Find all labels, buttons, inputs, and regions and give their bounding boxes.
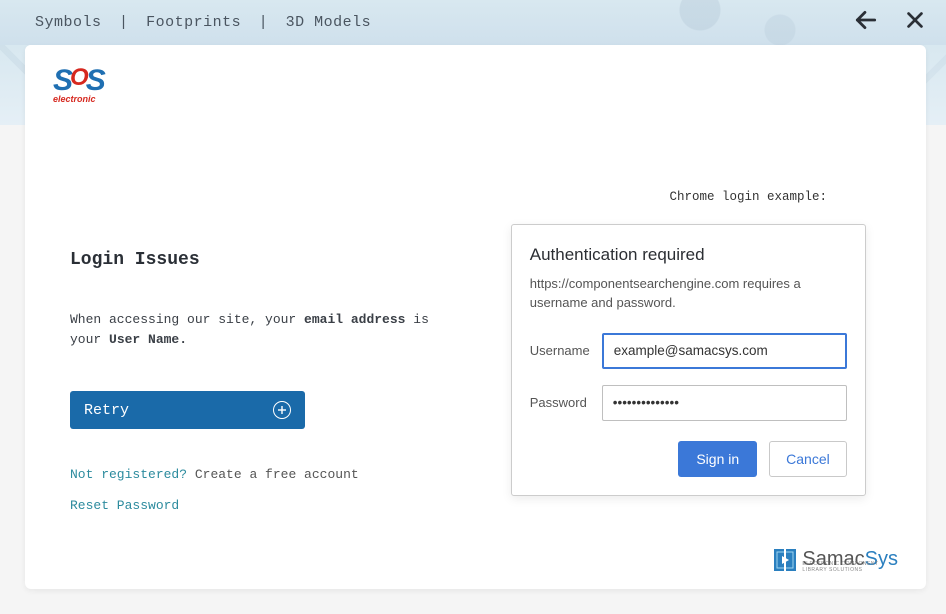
crumb-footprints[interactable]: Footprints bbox=[146, 14, 241, 31]
breadcrumb: Symbols | Footprints | 3D Models bbox=[35, 14, 371, 31]
subtext: When accessing our site, your email addr… bbox=[70, 310, 456, 349]
example-label: Chrome login example: bbox=[669, 190, 827, 204]
plus-circle-icon bbox=[273, 401, 291, 419]
content: Login Issues When accessing our site, yo… bbox=[25, 145, 926, 589]
register-row: Not registered? Create a free account bbox=[70, 467, 456, 482]
username-input[interactable] bbox=[602, 333, 847, 369]
samacsys-logo: SamacSys ELECTRONIC COMPONENT LIBRARY SO… bbox=[774, 548, 898, 571]
right-column: Chrome login example: Authentication req… bbox=[496, 190, 882, 569]
left-column: Login Issues When accessing our site, yo… bbox=[70, 190, 456, 569]
logo-tab: SOS electronic bbox=[25, 45, 255, 123]
page-title: Login Issues bbox=[70, 250, 456, 270]
auth-dialog: Authentication required https://componen… bbox=[511, 224, 866, 496]
topbar: Symbols | Footprints | 3D Models bbox=[0, 0, 946, 45]
signin-button[interactable]: Sign in bbox=[678, 441, 757, 477]
main-card: SOS electronic Login Issues When accessi… bbox=[25, 45, 926, 589]
cancel-button[interactable]: Cancel bbox=[769, 441, 847, 477]
not-registered-link[interactable]: Not registered? bbox=[70, 467, 187, 482]
password-input[interactable] bbox=[602, 385, 847, 421]
username-label: Username bbox=[530, 343, 602, 358]
sos-logo: SOS electronic bbox=[53, 64, 105, 104]
samacsys-icon bbox=[774, 549, 796, 571]
retry-label: Retry bbox=[84, 402, 129, 419]
crumb-symbols[interactable]: Symbols bbox=[35, 14, 102, 31]
password-label: Password bbox=[530, 395, 602, 410]
auth-desc: https://componentsearchengine.com requir… bbox=[530, 275, 847, 313]
samacsys-tagline: ELECTRONIC COMPONENT LIBRARY SOLUTIONS bbox=[802, 561, 898, 573]
retry-button[interactable]: Retry bbox=[70, 391, 305, 429]
close-icon[interactable] bbox=[904, 9, 926, 36]
breadcrumb-sep: | bbox=[119, 14, 129, 31]
reset-password-link[interactable]: Reset Password bbox=[70, 498, 179, 513]
topbar-actions bbox=[853, 7, 926, 38]
back-icon[interactable] bbox=[853, 7, 879, 38]
auth-title: Authentication required bbox=[530, 245, 847, 265]
create-account-text: Create a free account bbox=[195, 467, 359, 482]
breadcrumb-sep: | bbox=[259, 14, 269, 31]
crumb-3d-models[interactable]: 3D Models bbox=[286, 14, 372, 31]
